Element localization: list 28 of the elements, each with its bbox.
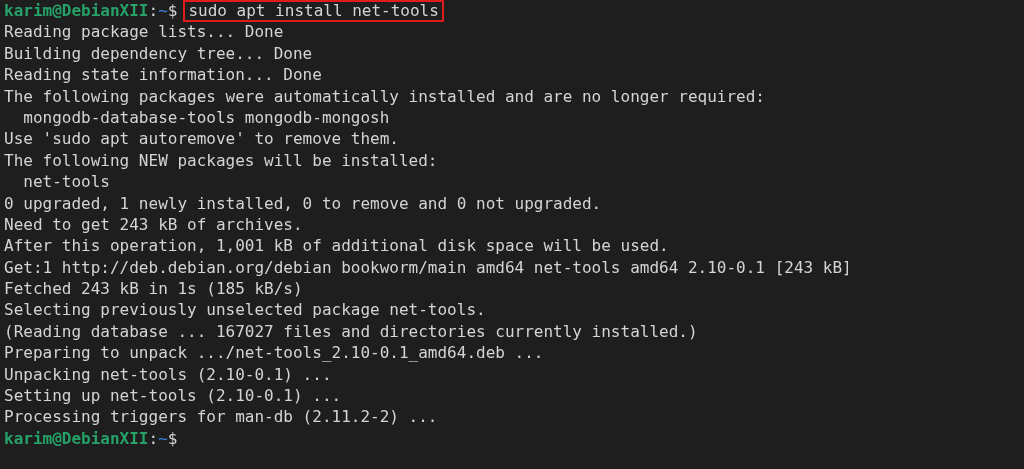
output-line: Reading state information... Done (4, 64, 322, 86)
output-line: Processing triggers for man-db (2.11.2-2) ... (4, 406, 438, 428)
prompt-symbol: $ (167, 0, 178, 22)
output-line: Need to get 243 kB of archives. (4, 213, 303, 236)
output-line: The following NEW packages will be installed: (4, 149, 438, 172)
command-text: sudo apt install net-tools (188, 1, 439, 20)
prompt-symbol: $ (167, 427, 178, 450)
output-line: Setting up net-tools (2.10-0.1) ... (4, 385, 342, 407)
prompt-path: ~ (158, 0, 168, 22)
output-line: Selecting previously unselected package net-tools. (4, 299, 486, 321)
output-line: The following packages were automatically installed and are no longer required: (4, 85, 765, 107)
output-line: Unpacking net-tools (2.10-0.1) ... (4, 363, 332, 386)
output-line: (Reading database ... 167027 files and directories currently installed.) (4, 320, 698, 343)
prompt-user-host: karim@DebianXII (4, 427, 149, 450)
output-line: Building dependency tree... Done (4, 42, 313, 65)
output-line: Fetched 243 kB in 1s (185 kB/s) (4, 278, 303, 300)
prompt-user-host: karim@DebianXII (4, 0, 149, 22)
output-line: After this operation, 1,001 kB of additional disk space will be used. (4, 235, 669, 257)
output-line: Get:1 http://deb.debian.org/debian bookworm/main amd64 net-tools amd64 2.10-0.1 [243 kB] (4, 256, 852, 279)
output-line: Preparing to unpack .../net-tools_2.10-0.1_amd64.deb ... (4, 342, 544, 364)
output-line: 0 upgraded, 1 newly installed, 0 to remove and 0 not upgraded. (4, 192, 602, 214)
prompt-separator: : (148, 427, 159, 450)
prompt-separator: : (148, 0, 159, 22)
output-line: Use 'sudo apt autoremove' to remove them. (4, 128, 399, 150)
prompt-path: ~ (158, 427, 168, 450)
output-line: Reading package lists... Done (4, 21, 284, 43)
output-line: mongodb-database-tools mongodb-mongosh (22, 106, 390, 129)
output-line: net-tools (22, 171, 110, 193)
